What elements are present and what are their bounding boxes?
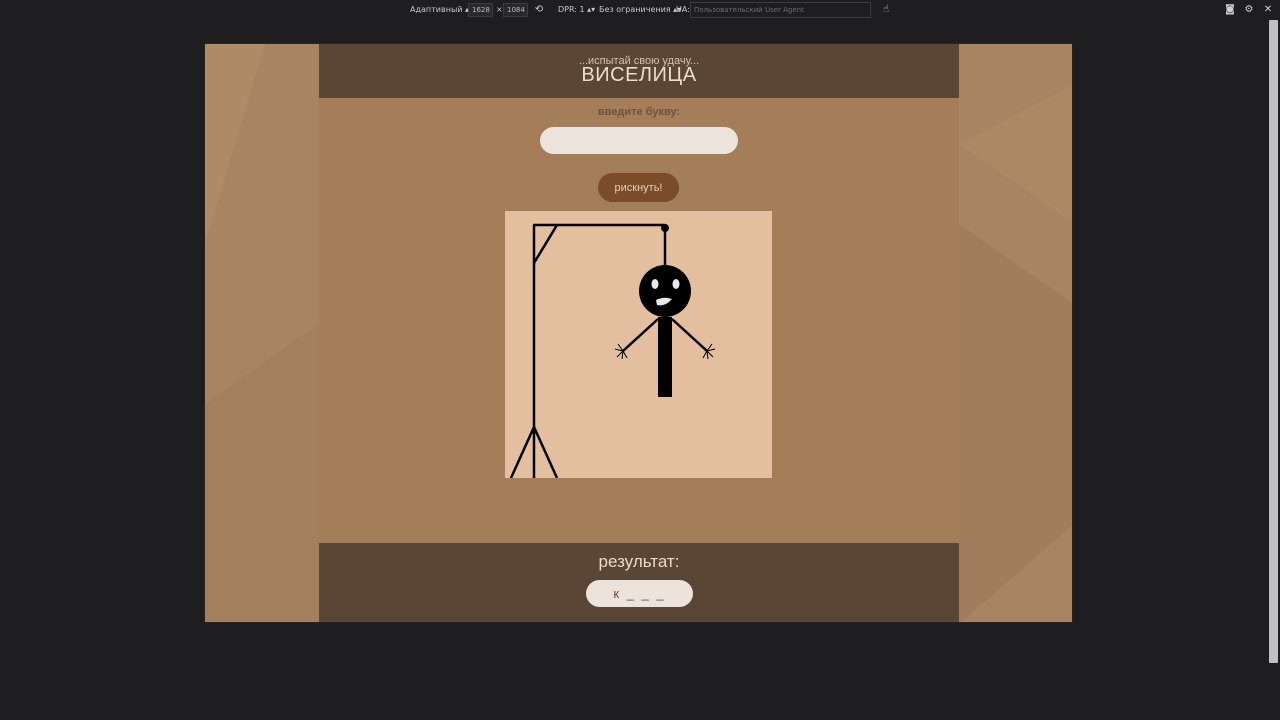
- rotate-icon[interactable]: ⟲: [533, 4, 545, 16]
- risk-button[interactable]: рискнуть!: [598, 173, 679, 202]
- vertical-scrollbar[interactable]: [1269, 20, 1278, 663]
- right-eye: [672, 279, 680, 289]
- head: [639, 265, 691, 317]
- hangman-canvas: [505, 211, 772, 478]
- dimension-separator: ×: [496, 5, 503, 14]
- right-hand: [702, 343, 716, 360]
- word-display: к _ _ _: [586, 580, 693, 607]
- gallows: [509, 223, 667, 478]
- result-footer: результат: к _ _ _: [319, 543, 959, 622]
- close-icon[interactable]: ✕: [1262, 4, 1274, 16]
- hanged-figure: [614, 265, 716, 397]
- throttle-select[interactable]: Без ограничения ▴▾: [599, 4, 681, 16]
- letter-prompt: введите букву:: [597, 106, 681, 118]
- device-mode-select[interactable]: Адаптивный ▴▾: [410, 4, 473, 16]
- width-input[interactable]: 1628: [468, 3, 493, 17]
- screenshot-icon[interactable]: ◙: [1224, 4, 1236, 16]
- right-arm: [671, 318, 708, 352]
- touch-icon[interactable]: ☝: [880, 4, 892, 16]
- header: ...испытай свою удачу... ВИСЕЛИЦА: [319, 44, 959, 98]
- main-section: введите букву: рискнуть!: [319, 98, 959, 543]
- device-viewport: ...испытай свою удачу... ВИСЕЛИЦА введит…: [204, 43, 1073, 623]
- rope-knot: [661, 224, 669, 232]
- body: [658, 317, 672, 397]
- page-title: ВИСЕЛИЦА: [581, 64, 697, 86]
- user-agent-input[interactable]: Пользовательский User Agent: [690, 2, 871, 18]
- dpr-select[interactable]: DPR: 1 ▴▾: [558, 4, 595, 16]
- settings-gear-icon[interactable]: ⚙: [1243, 4, 1255, 16]
- devtools-toolbar: Адаптивный ▴▾ 1628 × 1084 ⟲ DPR: 1 ▴▾ Бе…: [0, 0, 1280, 20]
- left-hand: [614, 343, 628, 360]
- throttle-label: Без ограничения: [599, 5, 671, 14]
- dpr-label: DPR: 1: [558, 5, 585, 14]
- letter-input[interactable]: [540, 127, 738, 154]
- left-eye: [651, 279, 659, 289]
- left-arm: [622, 318, 659, 352]
- result-label: результат:: [598, 552, 680, 571]
- ua-label: UA:: [676, 5, 690, 14]
- height-input[interactable]: 1084: [503, 3, 528, 17]
- device-mode-label: Адаптивный: [410, 5, 463, 14]
